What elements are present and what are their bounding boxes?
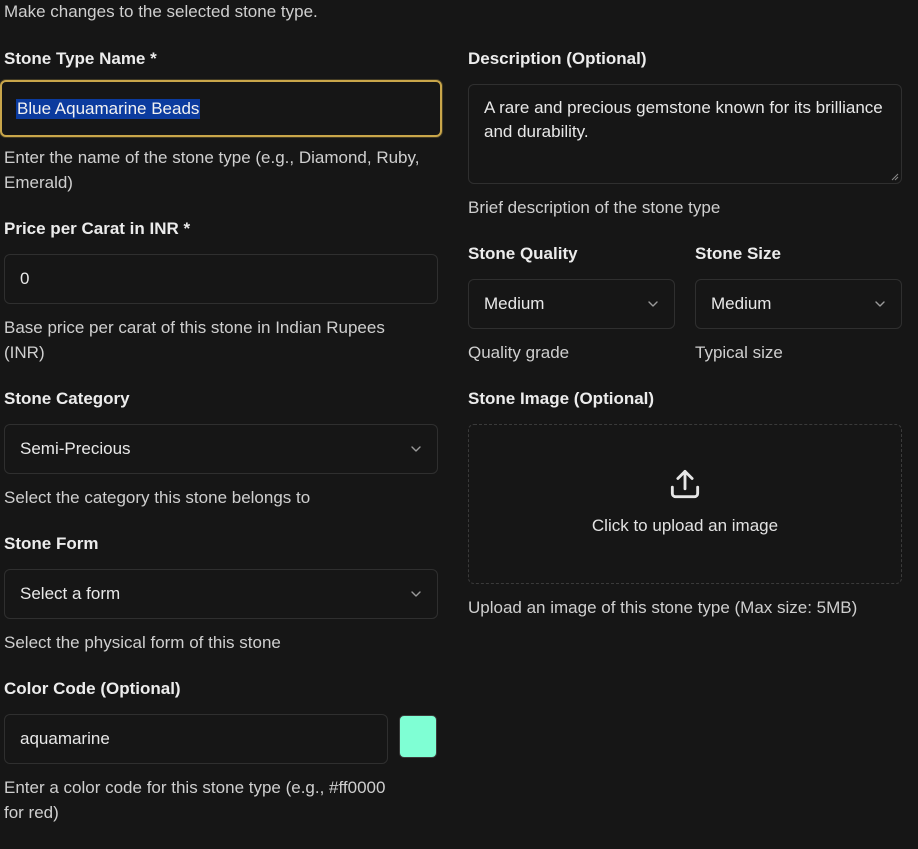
category-label: Stone Category [4, 389, 130, 408]
category-value: Semi-Precious [20, 439, 131, 458]
price-label: Price per Carat in INR * [4, 219, 191, 238]
quality-help: Quality grade [468, 343, 570, 362]
chevron-down-icon [411, 591, 421, 597]
stone-name-value: Blue Aquamarine Beads [16, 98, 201, 119]
chevron-down-icon [875, 301, 885, 307]
size-value: Medium [711, 294, 772, 313]
size-label: Stone Size [695, 244, 781, 263]
color-code-input[interactable]: aquamarine [4, 714, 388, 764]
resize-handle-icon[interactable] [891, 173, 899, 181]
form-value: Select a form [20, 584, 121, 603]
description-label: Description (Optional) [468, 49, 647, 68]
form-help: Select the physical form of this stone [4, 633, 281, 652]
chevron-down-icon [648, 301, 658, 307]
color-swatch[interactable] [399, 715, 437, 758]
description-value: A rare and precious gemstone known for i… [484, 98, 883, 141]
image-upload-dropzone[interactable]: Click to upload an image [468, 424, 902, 584]
size-help: Typical size [695, 343, 783, 362]
form-label: Stone Form [4, 534, 99, 553]
image-label: Stone Image (Optional) [468, 389, 655, 408]
quality-select[interactable]: Medium [468, 279, 675, 329]
color-code-value: aquamarine [20, 729, 110, 748]
color-code-help: Enter a color code for this stone type (… [4, 778, 386, 822]
description-help: Brief description of the stone type [468, 198, 721, 217]
category-help: Select the category this stone belongs t… [4, 488, 311, 507]
price-input[interactable]: 0 [4, 254, 438, 304]
upload-icon [670, 469, 700, 499]
stone-name-help: Enter the name of the stone type (e.g., … [4, 148, 420, 192]
chevron-down-icon [411, 446, 421, 452]
stone-name-input[interactable]: Blue Aquamarine Beads [0, 80, 442, 137]
description-textarea[interactable]: A rare and precious gemstone known for i… [468, 84, 902, 184]
stone-name-label: Stone Type Name * [4, 49, 157, 68]
upload-content: Click to upload an image [469, 465, 901, 536]
quality-label: Stone Quality [468, 244, 578, 263]
image-help: Upload an image of this stone type (Max … [468, 598, 858, 617]
color-code-label: Color Code (Optional) [4, 679, 181, 698]
upload-text: Click to upload an image [591, 516, 779, 535]
form-select[interactable]: Select a form [4, 569, 438, 619]
size-select[interactable]: Medium [695, 279, 902, 329]
form-intro: Make changes to the selected stone type. [4, 2, 318, 21]
quality-value: Medium [484, 294, 545, 313]
price-value: 0 [20, 269, 30, 288]
price-help: Base price per carat of this stone in In… [4, 318, 385, 362]
category-select[interactable]: Semi-Precious [4, 424, 438, 474]
